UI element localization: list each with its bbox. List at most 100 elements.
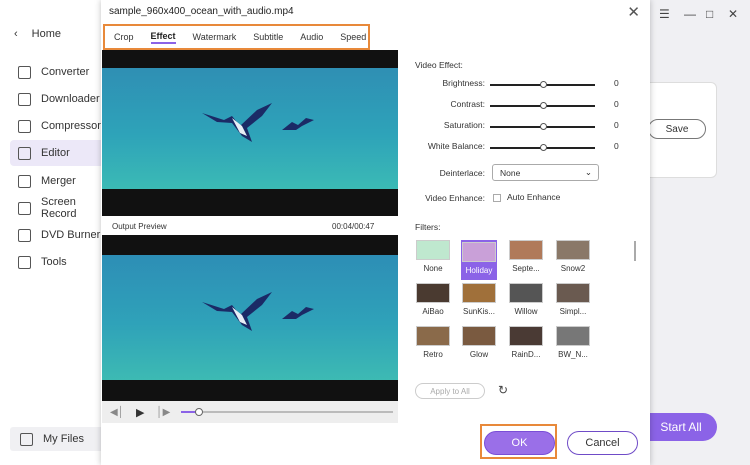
my-files-button[interactable]: My Files [10,427,105,451]
auto-enhance-checkbox[interactable] [493,194,501,202]
saturation-label: Saturation: [443,120,485,130]
chevron-left-icon: ‹ [14,28,18,40]
filter-scrollbar[interactable] [634,241,636,261]
filter-willow[interactable]: Willow [508,283,544,316]
contrast-slider[interactable] [490,102,595,109]
filter-thumb [462,242,496,262]
start-all-button[interactable]: Start All [645,413,717,441]
contrast-handle[interactable] [539,102,547,109]
filter-thumb [556,240,590,260]
filter-snow2[interactable]: Snow2 [555,240,591,273]
video-effect-heading: Video Effect: [415,60,463,70]
filter-september[interactable]: Septe... [508,240,544,273]
filter-thumb [556,283,590,303]
saturation-slider[interactable] [490,123,595,130]
play-icon[interactable]: ▶ [136,406,144,419]
app-right-panel [645,0,750,465]
white-balance-slider[interactable] [490,144,595,151]
output-video-frame [102,255,398,380]
filter-grid: None Holiday Septe... Snow2 AiBao SunKis… [415,240,637,370]
filter-thumb [416,283,450,303]
brightness-label: Brightness: [442,78,485,88]
previous-frame-icon[interactable]: ◀│ [110,407,124,418]
deinterlace-label: Deinterlace: [439,168,485,178]
tab-audio[interactable]: Audio [300,32,323,42]
tab-crop[interactable]: Crop [114,32,134,42]
compressor-icon [18,119,31,133]
original-preview [102,50,398,216]
reset-icon[interactable]: ↻ [498,383,508,397]
white-balance-row: White Balance: 0 [415,141,635,155]
timecode: 00:04/00:47 [332,222,375,231]
filter-simple[interactable]: Simpl... [555,283,591,316]
filter-sunkissed[interactable]: SunKis... [461,283,497,316]
tab-subtitle[interactable]: Subtitle [253,32,283,42]
seek-bar[interactable] [181,408,393,416]
chevron-down-icon: ⌄ [584,167,592,177]
save-button[interactable]: Save [648,119,706,139]
saturation-row: Saturation: 0 [415,120,635,134]
contrast-label: Contrast: [450,99,486,109]
downloader-icon [18,92,31,106]
converter-icon [18,65,31,79]
contrast-row: Contrast: 0 [415,99,635,113]
editor-dialog: sample_960x400_ocean_with_audio.mp4 ✕ Cr… [101,0,650,465]
close-icon[interactable]: ✕ [627,3,640,21]
tab-watermark[interactable]: Watermark [193,32,237,42]
sidebar-item-merger[interactable]: Merger [10,168,105,194]
home-link[interactable]: ‹ Home [14,28,61,40]
filter-thumb [509,240,543,260]
sidebar-item-converter[interactable]: Converter [10,59,105,85]
minimize-icon[interactable]: — [684,7,696,21]
cancel-button[interactable]: Cancel [567,431,638,455]
home-label: Home [31,28,62,40]
close-window-icon[interactable]: ✕ [728,7,738,21]
filter-thumb [462,326,496,346]
output-bird-image [202,292,272,331]
folder-icon [20,432,33,446]
deinterlace-value: None [500,167,521,178]
next-frame-icon[interactable]: │▶ [156,407,170,418]
sidebar-item-compressor[interactable]: Compressor [10,113,105,139]
maximize-icon[interactable]: □ [706,7,713,21]
sidebar-item-downloader[interactable]: Downloader [10,86,105,112]
screen-record-icon [18,201,31,215]
brightness-slider[interactable] [490,81,595,88]
white-balance-handle[interactable] [539,144,547,151]
sidebar-item-tools[interactable]: Tools [10,249,105,275]
apply-to-all-button[interactable]: Apply to All [415,383,485,399]
tools-icon [18,255,31,269]
filter-thumb [416,240,450,260]
filter-thumb [416,326,450,346]
tab-speed[interactable]: Speed [340,32,366,42]
sidebar-item-dvd-burner[interactable]: DVD Burner [10,222,105,248]
dialog-title: sample_960x400_ocean_with_audio.mp4 [109,6,294,17]
saturation-handle[interactable] [539,123,547,130]
dvd-icon [18,228,31,242]
filter-none[interactable]: None [415,240,451,273]
merger-icon [18,174,31,188]
filter-thumb [556,326,590,346]
filter-raindrop[interactable]: RainD... [508,326,544,359]
tab-bar: Crop Effect Watermark Subtitle Audio Spe… [103,24,370,50]
ok-button[interactable]: OK [484,431,555,455]
bird-image [202,103,272,142]
filter-holiday[interactable]: Holiday [461,240,497,280]
filter-retro[interactable]: Retro [415,326,451,359]
brightness-handle[interactable] [539,81,547,88]
sidebar-item-screen-record[interactable]: Screen Record [10,195,105,221]
filter-glow[interactable]: Glow [461,326,497,359]
seek-handle[interactable] [194,408,203,416]
output-bird-small-image [282,307,314,319]
filter-bw-noise[interactable]: BW_N... [555,326,591,359]
filter-thumb [509,283,543,303]
filters-label: Filters: [415,222,441,232]
white-balance-label: White Balance: [427,141,485,151]
app-sidebar: ‹ Home Converter Downloader Compressor E… [0,0,105,465]
filter-aibao[interactable]: AiBao [415,283,451,316]
menu-icon[interactable]: ☰ [659,7,670,21]
deinterlace-select[interactable]: None ⌄ [492,164,599,181]
sidebar-item-editor[interactable]: Editor [10,140,105,166]
contrast-value: 0 [614,99,619,109]
tab-effect[interactable]: Effect [150,31,176,44]
